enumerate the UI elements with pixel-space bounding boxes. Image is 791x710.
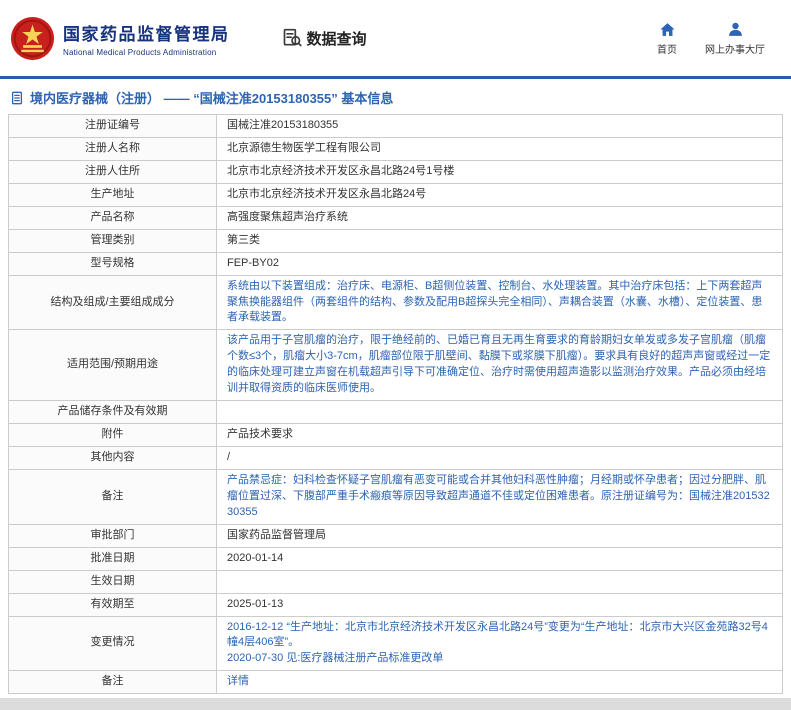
row-label: 备注 (9, 469, 217, 524)
data-query-label: 数据查询 (307, 28, 367, 49)
row-value (217, 570, 783, 593)
table-row: 备注 详情 (9, 671, 783, 694)
info-table: 注册证编号 国械注准20153180355 注册人名称 北京源德生物医学工程有限… (8, 114, 783, 694)
row-label: 其他内容 (9, 447, 217, 470)
row-label: 型号规格 (9, 252, 217, 275)
user-icon (727, 21, 744, 38)
table-row: 附件 产品技术要求 (9, 424, 783, 447)
row-value: 2020-01-14 (217, 547, 783, 570)
row-value: 该产品用于子宫肌瘤的治疗，限于绝经前的、已婚已育且无再生育要求的育龄期妇女单发或… (217, 330, 783, 401)
table-row: 有效期至 2025-01-13 (9, 593, 783, 616)
table-row: 结构及组成/主要组成成分 系统由以下装置组成：治疗床、电源柜、B超侧位装置、控制… (9, 275, 783, 330)
row-value: 产品技术要求 (217, 424, 783, 447)
row-label: 注册人住所 (9, 160, 217, 183)
row-value: 国械注准20153180355 (217, 115, 783, 138)
row-label: 注册人名称 (9, 137, 217, 160)
brand[interactable]: 国家药品监督管理局 National Medical Products Admi… (10, 16, 230, 61)
org-name-cn: 国家药品监督管理局 (63, 20, 230, 45)
row-label: 生效日期 (9, 570, 217, 593)
table-row: 生产地址 北京市北京经济技术开发区永昌北路24号 (9, 183, 783, 206)
row-label: 注册证编号 (9, 115, 217, 138)
row-value: 2025-01-13 (217, 593, 783, 616)
site-header: 国家药品监督管理局 National Medical Products Admi… (0, 0, 791, 76)
row-label: 备注 (9, 671, 217, 694)
table-row: 生效日期 (9, 570, 783, 593)
row-label: 结构及组成/主要组成成分 (9, 275, 217, 330)
home-icon (659, 21, 676, 38)
row-value: / (217, 447, 783, 470)
document-icon (10, 91, 24, 105)
table-row: 备注 产品禁忌症：妇科检查怀疑子宫肌瘤有恶变可能或合并其他妇科恶性肿瘤；月经期或… (9, 469, 783, 524)
nav-home-label: 首页 (657, 41, 677, 56)
row-label: 产品储存条件及有效期 (9, 401, 217, 424)
table-row: 审批部门 国家药品监督管理局 (9, 524, 783, 547)
table-row: 产品名称 高强度聚焦超声治疗系统 (9, 206, 783, 229)
row-value: 高强度聚焦超声治疗系统 (217, 206, 783, 229)
table-row: 适用范围/预期用途 该产品用于子宫肌瘤的治疗，限于绝经前的、已婚已育且无再生育要… (9, 330, 783, 401)
row-label: 审批部门 (9, 524, 217, 547)
nav-service-hall-label: 网上办事大厅 (705, 41, 765, 56)
details-link[interactable]: 详情 (227, 675, 249, 687)
row-value (217, 401, 783, 424)
row-value: 产品禁忌症：妇科检查怀疑子宫肌瘤有恶变可能或合并其他妇科恶性肿瘤；月经期或怀孕患… (217, 469, 783, 524)
table-row: 注册人住所 北京市北京经济技术开发区永昌北路24号1号楼 (9, 160, 783, 183)
row-label: 批准日期 (9, 547, 217, 570)
row-value: 详情 (217, 671, 783, 694)
row-value: 系统由以下装置组成：治疗床、电源柜、B超侧位装置、控制台、水处理装置。其中治疗床… (217, 275, 783, 330)
top-nav: 首页 网上办事大厅 (657, 21, 781, 56)
row-label: 变更情况 (9, 616, 217, 671)
table-row: 管理类别 第三类 (9, 229, 783, 252)
table-row: 产品储存条件及有效期 (9, 401, 783, 424)
nav-home[interactable]: 首页 (657, 21, 677, 56)
table-row: 注册证编号 国械注准20153180355 (9, 115, 783, 138)
row-value: 国家药品监督管理局 (217, 524, 783, 547)
table-row: 型号规格 FEP-BY02 (9, 252, 783, 275)
row-value: FEP-BY02 (217, 252, 783, 275)
table-row: 批准日期 2020-01-14 (9, 547, 783, 570)
table-row: 变更情况 2016-12-12 “生产地址：北京市北京经济技术开发区永昌北路24… (9, 616, 783, 671)
row-value: 北京市北京经济技术开发区永昌北路24号1号楼 (217, 160, 783, 183)
national-emblem-logo (10, 16, 55, 61)
row-value: 第三类 (217, 229, 783, 252)
table-row: 其他内容 / (9, 447, 783, 470)
data-query-icon (282, 28, 302, 48)
row-value: 北京市北京经济技术开发区永昌北路24号 (217, 183, 783, 206)
breadcrumb-text: 境内医疗器械（注册） —— “国械注准20153180355” 基本信息 (30, 88, 393, 107)
table-row: 注册人名称 北京源德生物医学工程有限公司 (9, 137, 783, 160)
brand-text: 国家药品监督管理局 National Medical Products Admi… (63, 20, 230, 57)
footer-strip (0, 698, 791, 710)
row-label: 附件 (9, 424, 217, 447)
row-label: 产品名称 (9, 206, 217, 229)
row-value: 北京源德生物医学工程有限公司 (217, 137, 783, 160)
row-label: 生产地址 (9, 183, 217, 206)
org-name-en: National Medical Products Administration (63, 48, 230, 57)
row-label: 管理类别 (9, 229, 217, 252)
row-value: 2016-12-12 “生产地址：北京市北京经济技术开发区永昌北路24号”变更为… (217, 616, 783, 671)
row-label: 有效期至 (9, 593, 217, 616)
nav-service-hall[interactable]: 网上办事大厅 (705, 21, 765, 56)
data-query-section[interactable]: 数据查询 (282, 28, 367, 49)
row-label: 适用范围/预期用途 (9, 330, 217, 401)
breadcrumb: 境内医疗器械（注册） —— “国械注准20153180355” 基本信息 (0, 79, 791, 114)
